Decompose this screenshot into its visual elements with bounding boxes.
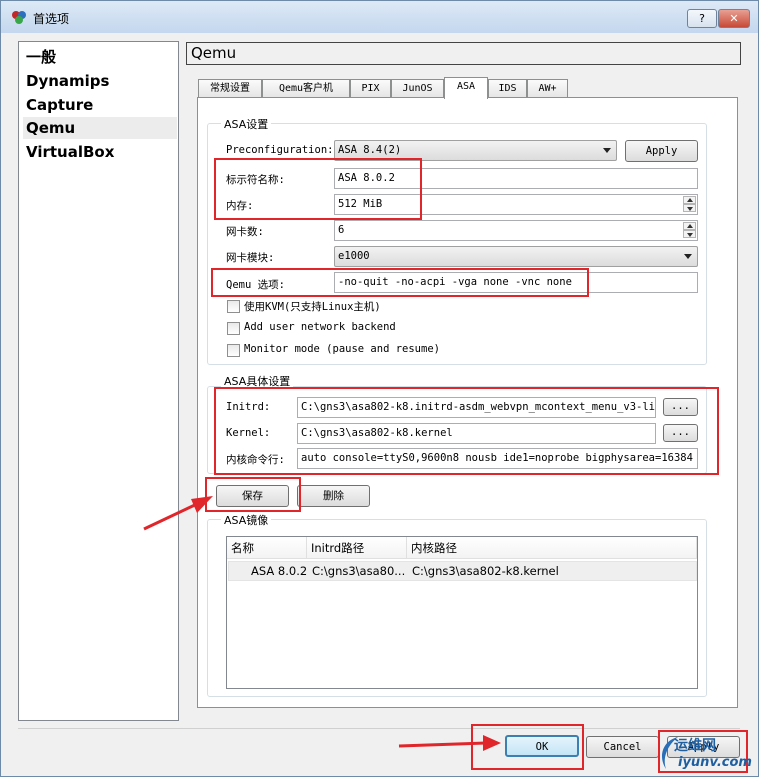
spin-down-icon[interactable] (683, 230, 696, 238)
row-name-cell: ASA 8.0.2 (251, 564, 308, 578)
column-header-initrd[interactable]: Initrd路径 (307, 537, 407, 559)
preferences-sidebar: 一般 Dynamips Capture Qemu VirtualBox (18, 41, 179, 721)
row-kernel-cell: C:\gns3\asa802-k8.kernel (412, 564, 559, 578)
nic-count-stepper[interactable]: 6 (334, 220, 698, 241)
asa-settings-title: ASA设置 (221, 116, 272, 132)
memory-spin-buttons[interactable] (683, 196, 696, 213)
nic-count-spin-buttons[interactable] (683, 222, 696, 239)
annotation-box-ok (471, 724, 584, 770)
delete-button[interactable]: 删除 (297, 485, 370, 507)
footer-separator (18, 728, 740, 729)
column-header-kernel[interactable]: 内核路径 (407, 537, 697, 559)
sidebar-item-dynamips[interactable]: Dynamips (23, 70, 177, 92)
preconfiguration-label: Preconfiguration: (226, 144, 334, 156)
annotation-box-qemu-options (211, 268, 589, 297)
annotation-box-identity-memory (214, 158, 422, 220)
nic-count-label: 网卡数: (226, 226, 264, 238)
chevron-down-icon (684, 254, 692, 259)
user-network-checkbox-label: Add user network backend (244, 321, 396, 333)
spin-up-icon[interactable] (683, 196, 696, 204)
tab-general-settings[interactable]: 常规设置 (198, 79, 262, 98)
cancel-button[interactable]: Cancel (586, 736, 659, 758)
annotation-box-asa-specific (214, 387, 719, 475)
preconfiguration-value: ASA 8.4(2) (338, 144, 402, 156)
gns3-app-icon (12, 11, 26, 24)
nic-model-value: e1000 (338, 250, 370, 262)
sidebar-item-capture[interactable]: Capture (23, 94, 177, 116)
spin-up-icon[interactable] (683, 222, 696, 230)
preconfig-apply-button[interactable]: Apply (625, 140, 698, 162)
monitor-mode-checkbox[interactable] (227, 344, 240, 357)
window-title: 首选项 (33, 12, 70, 26)
annotation-box-save (205, 477, 301, 512)
table-row[interactable]: ASA 8.0.2 C:\gns3\asa80... C:\gns3\asa80… (228, 561, 697, 581)
tab-junos[interactable]: JunOS (391, 79, 444, 98)
tab-ids[interactable]: IDS (488, 79, 527, 98)
asa-images-title: ASA镜像 (221, 512, 272, 528)
nic-count-value: 6 (338, 224, 345, 236)
watermark-text-line1: 运维网 (674, 738, 716, 754)
sidebar-item-qemu[interactable]: Qemu (23, 117, 177, 139)
tab-awplus[interactable]: AW+ (527, 79, 568, 98)
tab-asa[interactable]: ASA (444, 77, 488, 99)
nic-model-label: 网卡模块: (226, 252, 275, 264)
help-button[interactable]: ? (687, 9, 717, 28)
column-header-name[interactable]: 名称 (227, 537, 307, 559)
kvm-checkbox[interactable] (227, 300, 240, 313)
watermark-logo: 运维网 iyunv.com (656, 731, 754, 776)
user-network-checkbox[interactable] (227, 322, 240, 335)
nic-model-select[interactable]: e1000 (334, 246, 698, 267)
watermark-text-line2: iyunv.com (678, 755, 752, 770)
sidebar-item-general[interactable]: 一般 (23, 46, 177, 68)
title-bar: 首选项 ? ✕ (1, 1, 758, 33)
kvm-checkbox-label: 使用KVM(只支持Linux主机) (244, 301, 381, 313)
page-title: Qemu (186, 42, 741, 65)
tab-qemu-guest[interactable]: Qemu客户机 (262, 79, 350, 98)
close-button[interactable]: ✕ (718, 9, 750, 28)
row-initrd-cell: C:\gns3\asa80... (312, 564, 406, 578)
monitor-mode-checkbox-label: Monitor mode (pause and resume) (244, 343, 440, 355)
tab-pix[interactable]: PIX (350, 79, 391, 98)
asa-images-table: 名称 Initrd路径 内核路径 ASA 8.0.2 C:\gns3\asa80… (226, 536, 698, 689)
spin-down-icon[interactable] (683, 204, 696, 212)
preferences-window: 首选项 ? ✕ 一般 Dynamips Capture Qemu Virtual… (0, 0, 759, 777)
chevron-down-icon (603, 148, 611, 153)
sidebar-item-virtualbox[interactable]: VirtualBox (23, 141, 177, 163)
